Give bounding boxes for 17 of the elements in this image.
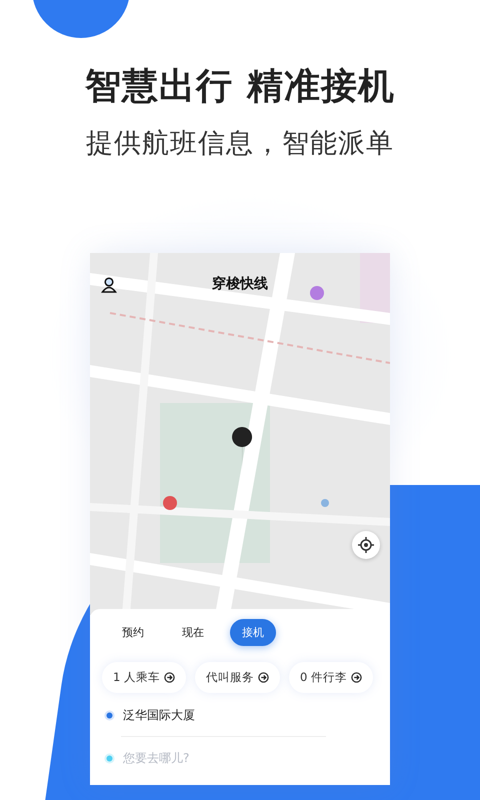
arrow-circle-icon [350,672,362,683]
mode-tab[interactable]: 接机 [230,619,276,646]
target-icon [358,537,374,553]
subtitle: 提供航班信息，智能派单 [86,127,394,161]
origin-dot-icon [104,710,115,721]
origin-text: 泛华国际大厦 [123,707,195,724]
arrow-circle-icon [258,672,269,683]
headline: 智慧出行 精准接机 [85,65,395,109]
mode-tab[interactable]: 预约 [110,619,156,646]
user-icon[interactable] [101,277,117,293]
option-button[interactable]: 代叫服务 [194,662,280,693]
option-button[interactable]: 1 人乘车 [102,662,186,693]
app-title: 穿梭快线 [212,275,268,293]
option-button[interactable]: 0 件行李 [288,662,373,693]
arrow-circle-icon [164,672,175,683]
mode-tab[interactable]: 现在 [170,619,216,646]
destination-dot-icon [104,752,115,764]
